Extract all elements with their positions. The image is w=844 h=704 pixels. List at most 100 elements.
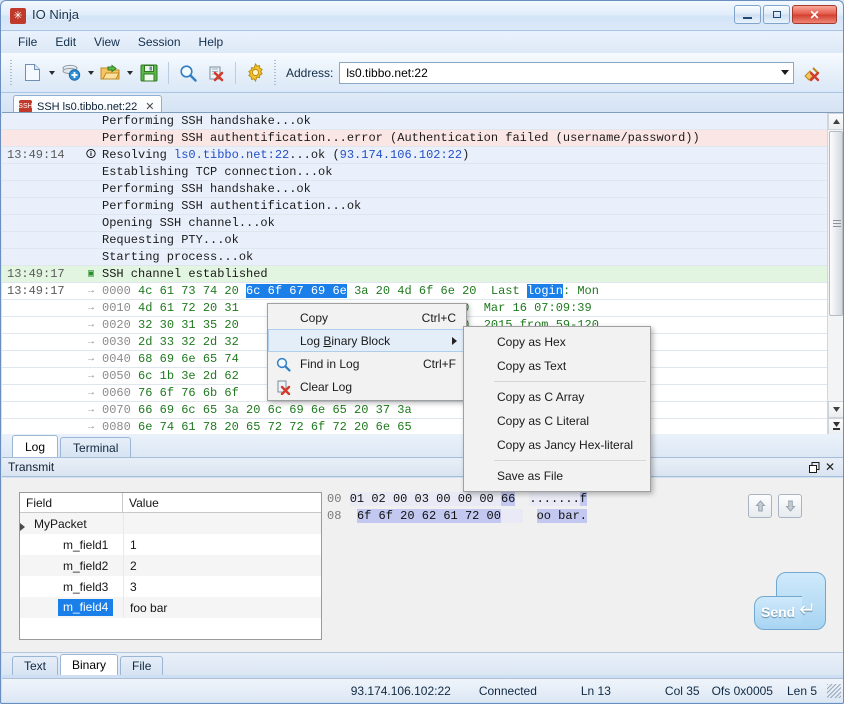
hex-bytes-selected: 66 bbox=[501, 492, 515, 506]
address-input[interactable]: ls0.tibbo.net:22 bbox=[339, 62, 794, 84]
toolbar-grip-2[interactable] bbox=[273, 60, 278, 86]
send-button[interactable]: Send ↵ bbox=[754, 572, 826, 630]
submenu-item-save-as-file[interactable]: Save as File bbox=[464, 464, 650, 488]
menu-edit[interactable]: Edit bbox=[46, 32, 85, 52]
field-value[interactable]: 3 bbox=[123, 576, 321, 597]
hex-bytes: 66 69 6c 65 3a 20 6c 69 6e 65 20 37 3a bbox=[138, 403, 419, 417]
log-row[interactable]: 13:49:14 🛈 Resolving ls0.tibbo.net:22...… bbox=[2, 147, 844, 164]
maximize-button[interactable] bbox=[763, 5, 790, 24]
field-name: m_field1 bbox=[20, 538, 123, 552]
log-text: Requesting PTY...ok bbox=[102, 233, 844, 247]
context-menu-shortcut: Ctrl+C bbox=[422, 311, 456, 325]
submenu-item-copy-as-hex[interactable]: Copy as Hex bbox=[464, 330, 650, 354]
scroll-to-end-button[interactable] bbox=[828, 418, 844, 434]
hex-offset: 0030 bbox=[102, 335, 131, 349]
context-menu[interactable]: Copy Ctrl+C Log Binary Block Find in Log… bbox=[267, 303, 467, 401]
clear-log-icon[interactable] bbox=[202, 59, 230, 87]
status-length: Len 5 bbox=[779, 684, 827, 698]
new-session-dropdown-arrow[interactable] bbox=[85, 59, 96, 87]
table-row[interactable]: m_field2 2 bbox=[20, 555, 321, 576]
disconnect-icon[interactable] bbox=[798, 59, 826, 87]
find-icon[interactable] bbox=[174, 59, 202, 87]
scroll-up-button[interactable] bbox=[828, 113, 844, 130]
enter-key-icon: ↵ bbox=[799, 597, 816, 622]
tab-terminal[interactable]: Terminal bbox=[60, 437, 131, 457]
resolve-icon: 🛈 bbox=[80, 147, 102, 164]
tab-log[interactable]: Log bbox=[12, 435, 58, 457]
tab-text[interactable]: Text bbox=[12, 656, 58, 675]
hex-line[interactable]: 00 01 02 00 03 00 00 00 66 .......f bbox=[327, 490, 587, 507]
log-row[interactable]: Opening SSH channel...ok bbox=[2, 215, 844, 232]
context-menu-item-find-in-log[interactable]: Find in Log Ctrl+F bbox=[268, 352, 466, 375]
window-controls: ✕ bbox=[734, 5, 837, 24]
log-row[interactable]: Performing SSH handshake...ok bbox=[2, 181, 844, 198]
hexdump-row[interactable]: 13:49:17 → 0000 4c 61 73 74 20 6c 6f 67 … bbox=[2, 283, 844, 300]
minimize-button[interactable] bbox=[734, 5, 761, 24]
new-file-dropdown-arrow[interactable] bbox=[46, 59, 57, 87]
table-row[interactable]: m_field1 1 bbox=[20, 534, 321, 555]
log-row[interactable]: Performing SSH authentification...ok bbox=[2, 198, 844, 215]
packet-table[interactable]: Field Value MyPacket m_field1 1 m_field2… bbox=[19, 492, 322, 640]
submenu-log-binary-block[interactable]: Copy as Hex Copy as Text Copy as C Array… bbox=[463, 326, 651, 492]
submenu-item-copy-as-c-array[interactable]: Copy as C Array bbox=[464, 385, 650, 409]
hex-bytes: 2d 33 32 2d 32 bbox=[138, 335, 246, 349]
context-menu-item-copy[interactable]: Copy Ctrl+C bbox=[268, 306, 466, 329]
chevron-down-icon[interactable] bbox=[776, 63, 793, 83]
hex-bytes: 32 30 31 35 20 bbox=[138, 318, 246, 332]
hex-offset: 0080 bbox=[102, 420, 131, 434]
log-row[interactable]: Starting process...ok bbox=[2, 249, 844, 266]
log-row[interactable]: Establishing TCP connection...ok bbox=[2, 164, 844, 181]
tab-binary[interactable]: Binary bbox=[60, 654, 118, 675]
log-row[interactable]: Performing SSH handshake...ok bbox=[2, 113, 844, 130]
new-session-icon[interactable] bbox=[57, 59, 85, 87]
toolbar-separator-1 bbox=[168, 62, 169, 84]
hex-ascii: ....... bbox=[529, 492, 579, 506]
close-icon[interactable]: ✕ bbox=[822, 459, 838, 475]
hex-line[interactable]: 08 6f 6f 20 62 61 72 00 oo bar. bbox=[327, 507, 587, 524]
scroll-down-button[interactable] bbox=[828, 401, 844, 418]
field-value[interactable]: foo bar bbox=[123, 597, 321, 618]
submenu-item-copy-as-jancy-hex-literal[interactable]: Copy as Jancy Hex-literal bbox=[464, 433, 650, 457]
table-row[interactable]: m_field3 3 bbox=[20, 576, 321, 597]
settings-icon[interactable] bbox=[241, 59, 269, 87]
open-folder-icon[interactable] bbox=[96, 59, 124, 87]
hexdump-row[interactable]: → 0070 66 69 6c 65 3a 20 6c 69 6e 65 20 … bbox=[2, 402, 844, 419]
log-row-error[interactable]: Performing SSH authentification...error … bbox=[2, 130, 844, 147]
log-row-success[interactable]: 13:49:17 ▣ SSH channel established bbox=[2, 266, 844, 283]
toolbar-grip[interactable] bbox=[9, 60, 14, 86]
log-text: Establishing TCP connection...ok bbox=[102, 165, 844, 179]
close-button[interactable]: ✕ bbox=[792, 5, 837, 24]
menu-file[interactable]: File bbox=[9, 32, 46, 52]
table-row-root[interactable]: MyPacket bbox=[20, 513, 321, 534]
arrow-down-icon[interactable] bbox=[778, 494, 802, 518]
field-value[interactable]: 1 bbox=[123, 534, 321, 555]
hexdump-row[interactable]: → 0080 6e 74 61 78 20 65 72 72 6f 72 20 … bbox=[2, 419, 844, 434]
log-row[interactable]: Requesting PTY...ok bbox=[2, 232, 844, 249]
tab-file[interactable]: File bbox=[120, 656, 163, 675]
address-value: ls0.tibbo.net:22 bbox=[340, 66, 427, 80]
submenu-item-copy-as-text[interactable]: Copy as Text bbox=[464, 354, 650, 378]
submenu-item-copy-as-c-literal[interactable]: Copy as C Literal bbox=[464, 409, 650, 433]
resize-grip[interactable] bbox=[827, 684, 841, 698]
arrow-up-icon[interactable] bbox=[748, 494, 772, 518]
table-row-selected[interactable]: m_field4 foo bar bbox=[20, 597, 321, 618]
log-timestamp: 13:49:17 bbox=[2, 267, 80, 281]
new-file-icon[interactable] bbox=[18, 59, 46, 87]
transmit-hex-view[interactable]: 00 01 02 00 03 00 00 00 66 .......f 08 6… bbox=[327, 490, 587, 532]
menu-view[interactable]: View bbox=[85, 32, 129, 52]
reorder-buttons bbox=[748, 494, 802, 518]
save-icon[interactable] bbox=[135, 59, 163, 87]
open-folder-dropdown-arrow[interactable] bbox=[124, 59, 135, 87]
menu-help[interactable]: Help bbox=[190, 32, 233, 52]
context-menu-item-clear-log[interactable]: Clear Log bbox=[268, 375, 466, 398]
log-scrollbar[interactable] bbox=[827, 113, 844, 434]
context-menu-item-log-binary-block[interactable]: Log Binary Block bbox=[268, 329, 466, 352]
log-text: Starting process...ok bbox=[102, 250, 844, 264]
tx-arrow-icon: → bbox=[80, 320, 102, 331]
menu-session[interactable]: Session bbox=[129, 32, 190, 52]
restore-icon[interactable] bbox=[806, 459, 822, 475]
field-value[interactable]: 2 bbox=[123, 555, 321, 576]
submenu-arrow-icon bbox=[452, 337, 457, 345]
log-text: Performing SSH authentification...error … bbox=[102, 131, 844, 145]
scrollbar-thumb[interactable] bbox=[829, 131, 843, 316]
